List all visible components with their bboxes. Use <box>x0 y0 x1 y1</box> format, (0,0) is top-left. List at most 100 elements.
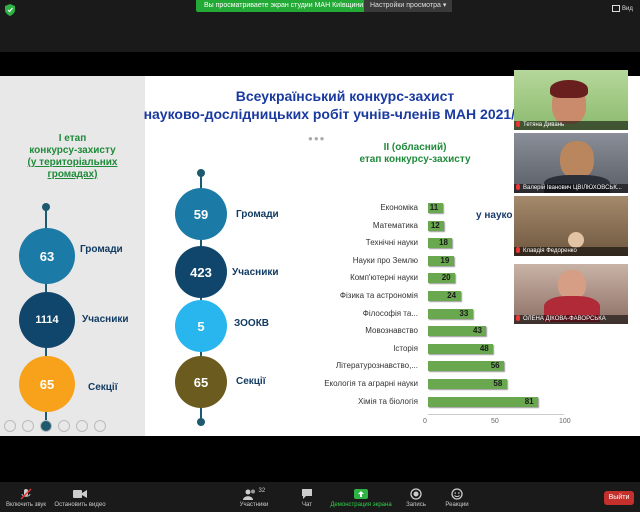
chart-x-axis <box>428 414 564 416</box>
participants-button[interactable]: 32 Участники <box>234 488 274 508</box>
record-label: Запись <box>406 502 426 508</box>
participant-avatar <box>568 232 584 248</box>
grid-icon <box>612 5 620 12</box>
chat-label: Чат <box>302 502 312 508</box>
participant-name: ОЛЕНА ДІКОВА-ФАВОРСЬКА <box>523 316 606 322</box>
participant-name: Валерій Іванович ЦВІЛЮХОВСЬК... <box>523 185 622 191</box>
stage1-label-sections: Секції <box>88 382 118 393</box>
chart-value-label: 58 <box>493 379 503 388</box>
participant-name: Тетяна Дивань <box>523 122 565 128</box>
participant-hair <box>550 80 588 98</box>
participants-label: Участники <box>239 502 269 508</box>
chart-category-label: Хімія та біологія <box>357 396 418 406</box>
chart-value-label: 56 <box>490 361 500 371</box>
stage1-title-line4: громадах) <box>47 169 98 180</box>
pen-icon[interactable] <box>40 420 52 432</box>
record-icon <box>410 488 422 500</box>
chart-value-label: 24 <box>447 291 457 300</box>
chart-value-label: 20 <box>441 273 451 283</box>
smiley-icon <box>451 488 463 500</box>
mic-off-icon <box>20 488 32 500</box>
chart-value-label: 11 <box>429 203 439 212</box>
stop-video-button[interactable]: Остановить видео <box>52 488 108 508</box>
mic-muted-icon <box>516 184 520 191</box>
stage1-title-line1: І етап <box>58 133 87 144</box>
slides-grid-icon[interactable] <box>58 420 70 432</box>
video-name-bar: Валерій Іванович ЦВІЛЮХОВСЬК... <box>514 184 628 193</box>
record-button[interactable]: Запись <box>402 488 430 508</box>
chart-x-tick: 50 <box>491 418 499 426</box>
chart-category-label: Технічні науки <box>365 238 418 248</box>
slide-nav-controls <box>4 420 114 432</box>
chart-category-label: Екологія та аграрні науки <box>324 379 418 388</box>
video-tile-2[interactable]: Валерій Іванович ЦВІЛЮХОВСЬК... <box>514 133 628 193</box>
video-tile-4[interactable]: ОЛЕНА ДІКОВА-ФАВОРСЬКА <box>514 264 628 324</box>
prev-slide-icon[interactable] <box>4 420 16 432</box>
video-tile-3[interactable]: Клавдія Федоренко <box>514 196 628 256</box>
mic-muted-icon <box>516 247 520 254</box>
video-tile-1[interactable]: Тетяна Дивань <box>514 70 628 130</box>
video-camera-icon <box>73 490 87 498</box>
video-name-bar: ОЛЕНА ДІКОВА-ФАВОРСЬКА <box>514 315 628 324</box>
zoom-icon[interactable] <box>76 420 88 432</box>
video-name-bar: Клавдія Федоренко <box>514 247 628 256</box>
stage1-label-communities: Громади <box>80 244 123 255</box>
chart-x-tick: 100 <box>559 418 571 426</box>
chat-button[interactable]: Чат <box>296 488 318 508</box>
participants-count: 32 <box>258 488 266 494</box>
view-button-label: Вид <box>622 6 633 13</box>
next-slide-icon[interactable] <box>22 420 34 432</box>
chart-value-label: 81 <box>524 396 534 406</box>
leave-meeting-button[interactable]: Выйти <box>604 491 634 505</box>
unmute-label: Включить звук <box>5 502 46 508</box>
stage1-circle-communities: 63 <box>19 228 75 284</box>
screen-share-banner: Вы просматриваете экран студии МАН Київщ… <box>196 0 372 12</box>
share-screen-icon <box>354 489 368 499</box>
chart-value-label: 12 <box>430 220 440 230</box>
stage1-title-line2: конкурсу-захисту <box>29 145 116 156</box>
shield-icon[interactable] <box>5 4 15 16</box>
timeline-cap <box>42 203 50 211</box>
chart-value-label: 18 <box>439 238 448 248</box>
participants-icon <box>242 489 255 500</box>
chart-category-label: Комп'ютерні науки <box>350 273 418 283</box>
chart-value-label: 48 <box>479 343 489 353</box>
reactions-label: Реакции <box>445 502 469 508</box>
view-button[interactable]: Вид <box>612 5 633 12</box>
stage1-circle-sections: 65 <box>19 356 75 412</box>
chart-value-label: 43 <box>473 326 482 336</box>
participant-name: Клавдія Федоренко <box>523 248 577 254</box>
chart-category-label: Математика <box>372 220 418 230</box>
sections-bar-chart: Економіка 11 Математика 12 Технічні науки 18 Н… <box>145 76 640 436</box>
slide-left-panel: І етап конкурсу-захисту (у територіальни… <box>0 76 145 436</box>
participant-avatar <box>560 141 594 179</box>
slide-right-panel: Всеукраїнський конкурс-захист науково-до… <box>144 76 640 436</box>
mic-muted-icon <box>516 315 520 322</box>
chat-icon <box>302 489 312 499</box>
view-options-label: Настройки просмотра <box>370 2 441 9</box>
share-screen-label: Демонстрация экрана <box>330 502 392 508</box>
stage1-title: І етап конкурсу-захисту (у територіальни… <box>0 133 145 181</box>
shared-slide: І етап конкурсу-захисту (у територіальни… <box>0 76 640 436</box>
more-options-icon[interactable] <box>94 420 106 432</box>
chevron-down-icon: ▾ <box>442 2 447 9</box>
stop-video-label: Остановить видео <box>54 502 106 508</box>
chart-category-label: Літературознавство,... <box>335 361 418 371</box>
share-screen-button[interactable]: Демонстрация экрана <box>328 488 394 508</box>
reactions-button[interactable]: Реакции <box>442 488 472 508</box>
stage1-circle-participants: 1114 <box>19 292 75 348</box>
unmute-button[interactable]: Включить звук <box>2 488 50 508</box>
chart-category-label: Історія <box>393 343 418 353</box>
chart-category-label: Мовознавство <box>365 326 418 336</box>
view-options-menu[interactable]: Настройки просмотра ▾ <box>364 0 453 12</box>
stage1-label-participants: Учасники <box>82 314 129 325</box>
chart-category-label: Економіка <box>380 203 418 212</box>
chart-category-label: Філософія та... <box>362 308 418 318</box>
stage1-title-line3: (у територіальних <box>27 157 118 168</box>
chart-x-tick: 0 <box>423 418 427 426</box>
video-name-bar: Тетяна Дивань <box>514 121 628 130</box>
mic-muted-icon <box>516 121 520 128</box>
chart-category-label: Науки про Землю <box>352 255 418 265</box>
chart-category-label: Фізика та астрономія <box>339 291 418 300</box>
chart-value-label: 19 <box>440 255 450 265</box>
